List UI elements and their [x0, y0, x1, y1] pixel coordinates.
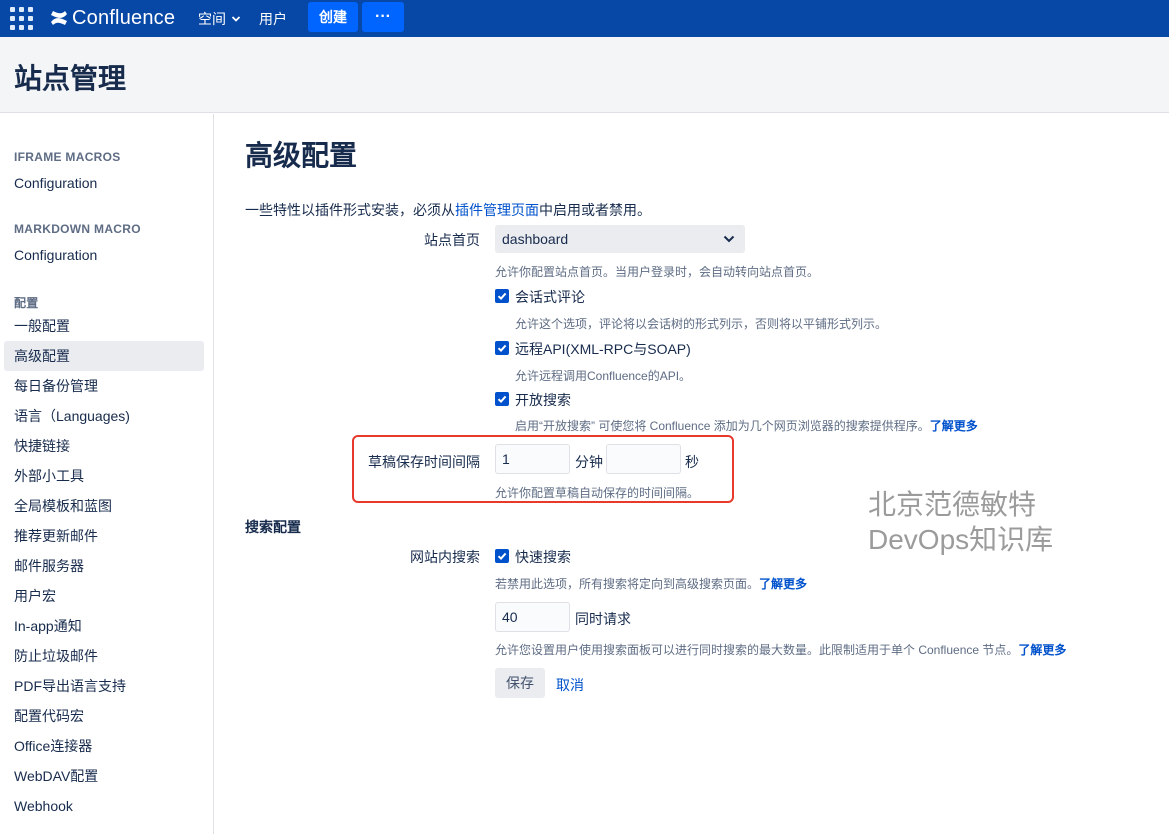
site-home-value: dashboard [502, 231, 569, 247]
top-nav-bar: Confluence 空间 用户 创建 ··· [0, 0, 1169, 37]
check-icon [497, 292, 507, 301]
sidebar-heading-config: 配置 [14, 296, 39, 310]
plugin-manager-link[interactable]: 插件管理页面 [455, 202, 539, 218]
draft-save-desc: 允许你配置草稿自动保存的时间间隔。 [495, 486, 700, 500]
threaded-comments-label[interactable]: 会话式评论 [515, 287, 585, 307]
watermark-line1: 北京范德敏特 [868, 489, 1037, 520]
search-config-heading: 搜索配置 [245, 519, 301, 535]
sidebar-item-user-macros[interactable]: 用户宏 [4, 581, 204, 611]
open-search-checkbox[interactable] [495, 392, 509, 406]
sidebar-item-recommended-updates[interactable]: 推荐更新邮件 [4, 521, 204, 551]
sidebar-item-mail-servers[interactable]: 邮件服务器 [4, 551, 204, 581]
nav-people[interactable]: 用户 [259, 9, 287, 29]
draft-save-seconds-input[interactable] [606, 444, 681, 474]
concurrent-requests-desc-text: 允许您设置用户使用搜索面板可以进行同时搜索的最大数量。此限制适用于单个 Conf… [495, 643, 1019, 657]
check-icon [497, 344, 507, 353]
quick-search-desc: 若禁用此选项，所有搜索将定向到高级搜索页面。了解更多 [495, 575, 807, 592]
site-home-desc: 允许你配置站点首页。当用户登录时，会自动转向站点首页。 [495, 265, 820, 279]
quick-search-label[interactable]: 快速搜索 [515, 547, 571, 567]
site-home-label: 站点首页 [424, 232, 480, 248]
check-icon [497, 395, 507, 404]
create-button[interactable]: 创建 [308, 2, 358, 32]
threaded-comments-checkbox[interactable] [495, 289, 509, 303]
sidebar-item-advanced-config[interactable]: 高级配置 [4, 341, 204, 371]
sidebar-item-general-config[interactable]: 一般配置 [4, 311, 204, 341]
nav-spaces[interactable]: 空间 [198, 9, 241, 29]
remote-api-label[interactable]: 远程API(XML-RPC与SOAP) [515, 339, 691, 359]
open-search-label[interactable]: 开放搜索 [515, 390, 571, 410]
check-icon [497, 552, 507, 561]
draft-save-minutes-input[interactable]: 1 [495, 444, 570, 474]
sidebar-heading-iframe-macros: IFRAME MACROS [14, 150, 121, 164]
page-header: 站点管理 [0, 37, 1169, 113]
sidebar-item-in-app-notifications[interactable]: In-app通知 [4, 611, 204, 641]
page-title: 站点管理 [14, 63, 127, 94]
open-search-desc: 启用“开放搜索” 可使您将 Confluence 添加为几个网页浏览器的搜索提供… [515, 417, 978, 434]
threaded-comments-desc: 允许这个选项，评论将以会话树的形式列示，否则将以平铺形式列示。 [515, 317, 888, 331]
watermark: 北京范德敏特 DevOps知识库 [868, 487, 1053, 557]
sidebar-item-code-macro[interactable]: 配置代码宏 [4, 701, 204, 731]
intro-suffix: 中启用或者禁用。 [539, 202, 651, 218]
cancel-link[interactable]: 取消 [556, 675, 584, 695]
remote-api-desc: 允许远程调用Confluence的API。 [515, 369, 692, 383]
sidebar-item-pdf-language[interactable]: PDF导出语言支持 [4, 671, 204, 701]
concurrent-requests-label: 同时请求 [575, 611, 631, 627]
sidebar-item-iframe-configuration[interactable]: Configuration [4, 168, 204, 198]
app-switcher-icon[interactable] [10, 7, 34, 31]
sidebar-item-spam-prevention[interactable]: 防止垃圾邮件 [4, 641, 204, 671]
site-home-select[interactable]: dashboard [495, 225, 745, 253]
chevron-down-icon [231, 16, 241, 22]
quick-search-learn-more-link[interactable]: 了解更多 [759, 577, 807, 591]
nav-people-label: 用户 [259, 11, 287, 27]
chevron-down-icon [723, 235, 735, 243]
confluence-logo[interactable]: Confluence [50, 6, 175, 30]
watermark-line2: DevOps知识库 [868, 524, 1054, 555]
site-search-label: 网站内搜索 [410, 549, 480, 565]
intro-prefix: 一些特性以插件形式安装，必须从 [245, 202, 455, 218]
more-create-button[interactable]: ··· [362, 2, 404, 32]
sidebar-item-daily-backup[interactable]: 每日备份管理 [4, 371, 204, 401]
remote-api-checkbox[interactable] [495, 341, 509, 355]
sidebar-item-markdown-configuration[interactable]: Configuration [4, 240, 204, 270]
open-search-desc-text: 启用“开放搜索” 可使您将 Confluence 添加为几个网页浏览器的搜索提供… [515, 419, 930, 433]
sidebar-item-global-templates[interactable]: 全局模板和蓝图 [4, 491, 204, 521]
sidebar-item-languages[interactable]: 语言（Languages) [4, 401, 204, 431]
nav-spaces-label: 空间 [198, 11, 226, 27]
concurrent-learn-more-link[interactable]: 了解更多 [1018, 643, 1066, 657]
open-search-learn-more-link[interactable]: 了解更多 [930, 419, 978, 433]
sidebar-item-webhook[interactable]: Webhook [4, 791, 204, 821]
concurrent-requests-desc: 允许您设置用户使用搜索面板可以进行同时搜索的最大数量。此限制适用于单个 Conf… [495, 641, 1066, 658]
sidebar-item-webdav[interactable]: WebDAV配置 [4, 761, 204, 791]
sidebar-item-shortcut-links[interactable]: 快捷链接 [4, 431, 204, 461]
sidebar-item-external-gadgets[interactable]: 外部小工具 [4, 461, 204, 491]
quick-search-checkbox[interactable] [495, 549, 509, 563]
admin-sidebar: IFRAME MACROS Configuration MARKDOWN MAC… [0, 114, 214, 834]
quick-search-desc-text: 若禁用此选项，所有搜索将定向到高级搜索页面。 [495, 577, 760, 591]
app-name: Confluence [72, 6, 176, 29]
seconds-unit-label: 秒 [685, 454, 699, 470]
minutes-unit-label: 分钟 [575, 454, 603, 470]
sidebar-item-office-connector[interactable]: Office连接器 [4, 731, 204, 761]
concurrent-requests-input[interactable]: 40 [495, 602, 570, 632]
draft-save-label: 草稿保存时间间隔 [368, 454, 480, 470]
save-button[interactable]: 保存 [495, 668, 545, 698]
section-title: 高级配置 [245, 140, 358, 171]
intro-text: 一些特性以插件形式安装，必须从插件管理页面中启用或者禁用。 [245, 200, 651, 220]
confluence-logo-icon [51, 11, 67, 25]
sidebar-heading-markdown-macro: MARKDOWN MACRO [14, 222, 141, 236]
